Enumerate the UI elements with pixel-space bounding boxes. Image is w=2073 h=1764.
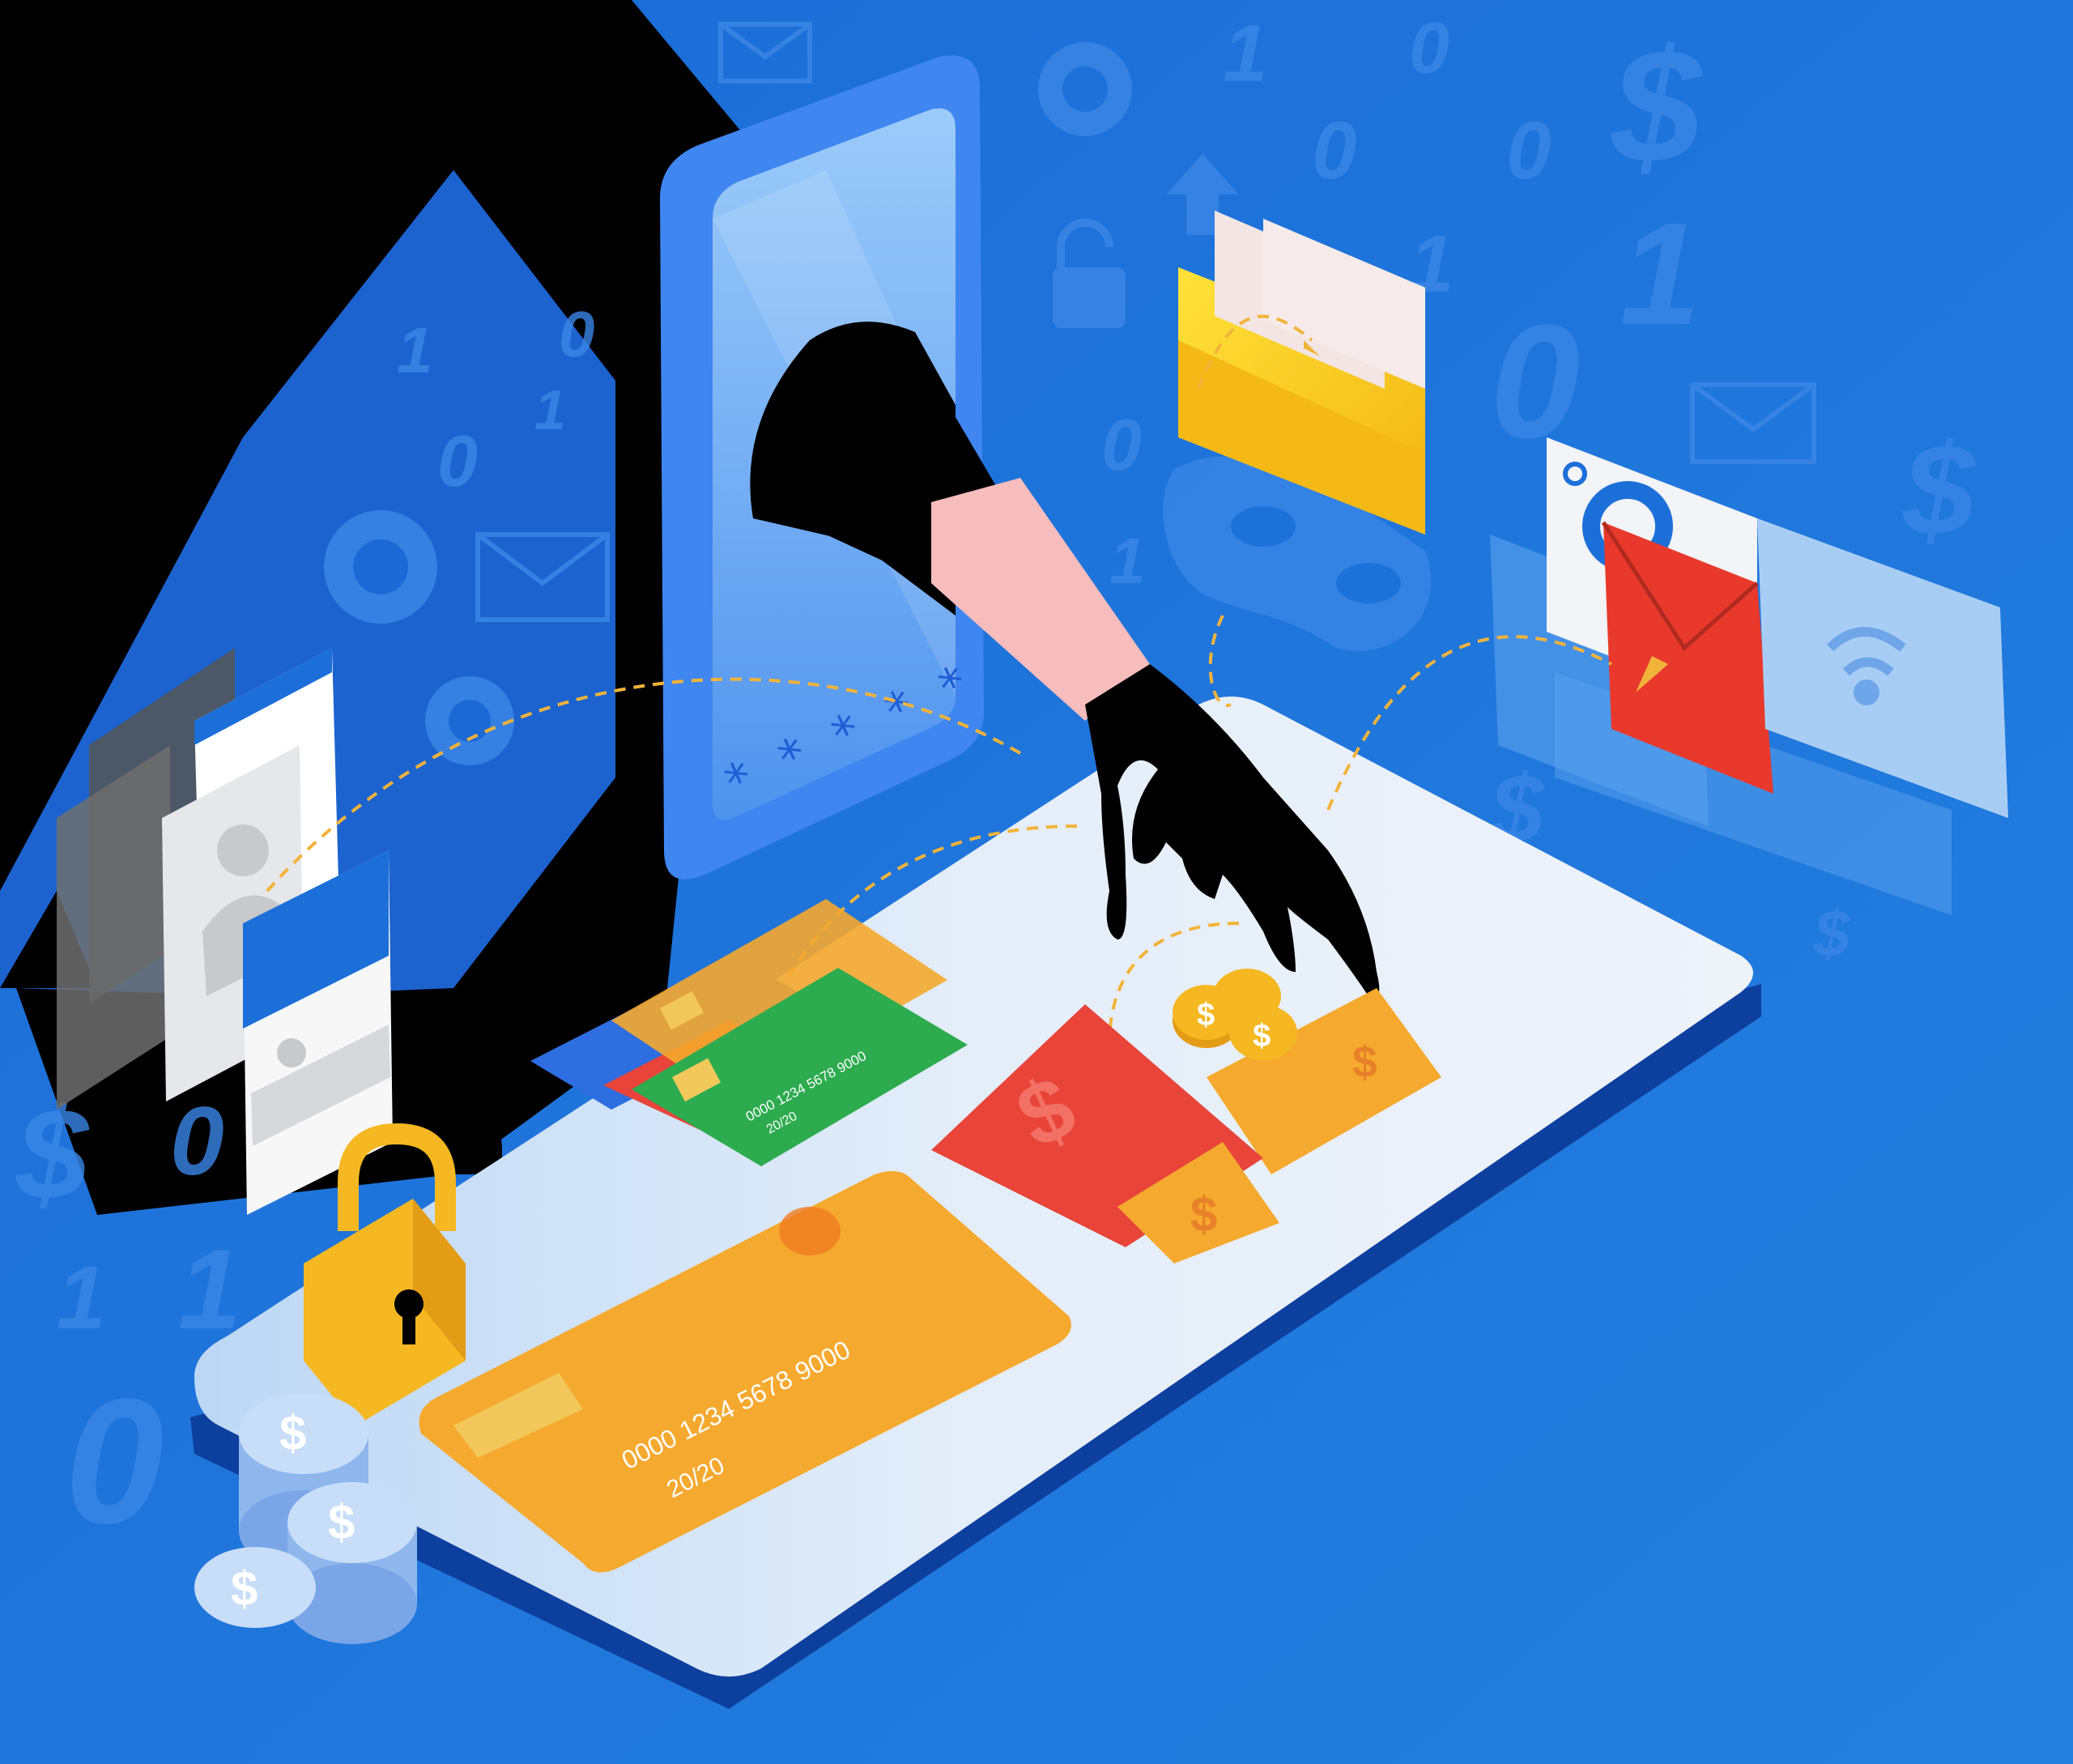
dollar-icon: $	[328, 1495, 355, 1549]
glyph-one: 1	[1223, 8, 1268, 99]
dollar-icon: $	[231, 1562, 258, 1616]
glyph-dollar: $	[1610, 16, 1703, 197]
location-pin-icon	[324, 510, 437, 624]
glyph-dollar: $	[15, 1081, 90, 1226]
glyph-zero: 0	[1409, 8, 1449, 89]
glyph-one: 1	[397, 314, 433, 386]
glyph-zero: 0	[1101, 405, 1142, 486]
glyph-one: 1	[1620, 193, 1701, 356]
location-pin-icon	[1038, 42, 1132, 136]
dollar-icon: $	[1197, 997, 1215, 1033]
phishing-illustration: 1 0 0 0 1 1 0 $ $ $ $ 0 1 0 1 1 0 $ 0 1 …	[0, 0, 2073, 1764]
dollar-icon: $	[1253, 1018, 1271, 1054]
glyph-one: 1	[57, 1248, 106, 1348]
user-profile-icon	[277, 1038, 306, 1067]
location-pin-icon	[425, 676, 514, 765]
glyph-one: 1	[534, 378, 566, 441]
dollar-icon: $	[279, 1406, 306, 1460]
glyph-zero: 0	[559, 298, 595, 370]
dollar-icon: $	[1190, 1187, 1217, 1242]
glyph-zero: 0	[170, 1087, 224, 1195]
card-logo	[779, 1207, 841, 1255]
glyph-dollar: $	[1902, 417, 1977, 562]
dollar-icon: $	[1352, 1037, 1377, 1087]
glyph-zero: 0	[1312, 105, 1357, 196]
glyph-one: 1	[1109, 525, 1146, 597]
user-profile-icon	[217, 824, 269, 876]
glyph-dollar: $	[1813, 897, 1851, 969]
glyph-zero: 0	[1506, 105, 1552, 196]
glyph-zero: 0	[65, 1361, 164, 1561]
glyph-zero: 0	[437, 421, 478, 502]
